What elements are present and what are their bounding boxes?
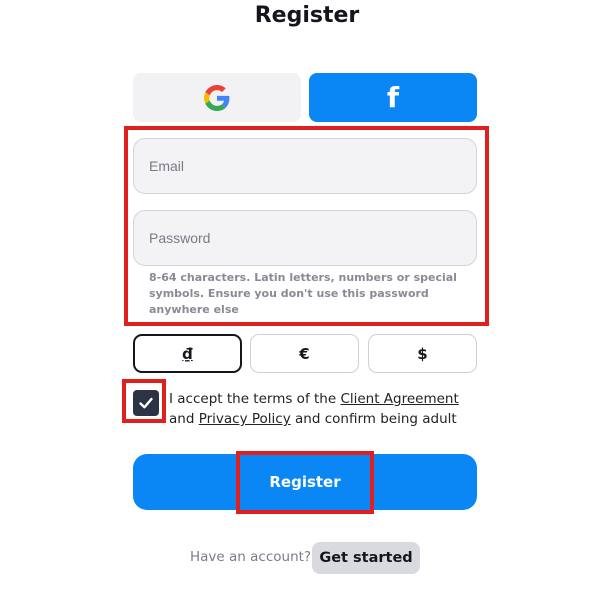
password-hint: 8-64 characters. Latin letters, numbers … (149, 271, 457, 316)
currency-symbol: ₫ (182, 344, 193, 363)
terms-suffix: and confirm being adult (290, 411, 457, 427)
currency-option-euro[interactable]: € (250, 334, 359, 373)
password-field[interactable] (133, 210, 477, 266)
google-icon (204, 84, 230, 111)
facebook-icon: f (386, 80, 400, 114)
terms-text: I accept the terms of the Client Agreeme… (169, 389, 481, 429)
currency-option-dong[interactable]: ₫ (133, 334, 242, 373)
privacy-policy-link[interactable]: Privacy Policy (199, 411, 291, 427)
currency-option-dollar[interactable]: $ (368, 334, 477, 373)
email-field[interactable] (133, 138, 477, 194)
client-agreement-link[interactable]: Client Agreement (340, 391, 458, 407)
highlight-register-box (236, 451, 374, 514)
currency-symbol: $ (417, 344, 428, 363)
terms-checkbox[interactable] (133, 390, 159, 416)
google-signin-button[interactable] (133, 73, 301, 122)
currency-symbol: € (299, 344, 310, 363)
terms-and: and (169, 411, 199, 427)
checkmark-icon (139, 397, 153, 409)
facebook-signin-button[interactable]: f (309, 73, 477, 122)
have-account-text: Have an account? (190, 549, 312, 565)
get-started-button[interactable]: Get started (312, 542, 420, 574)
terms-prefix: I accept the terms of the (169, 391, 341, 407)
page-title: Register (254, 3, 360, 28)
